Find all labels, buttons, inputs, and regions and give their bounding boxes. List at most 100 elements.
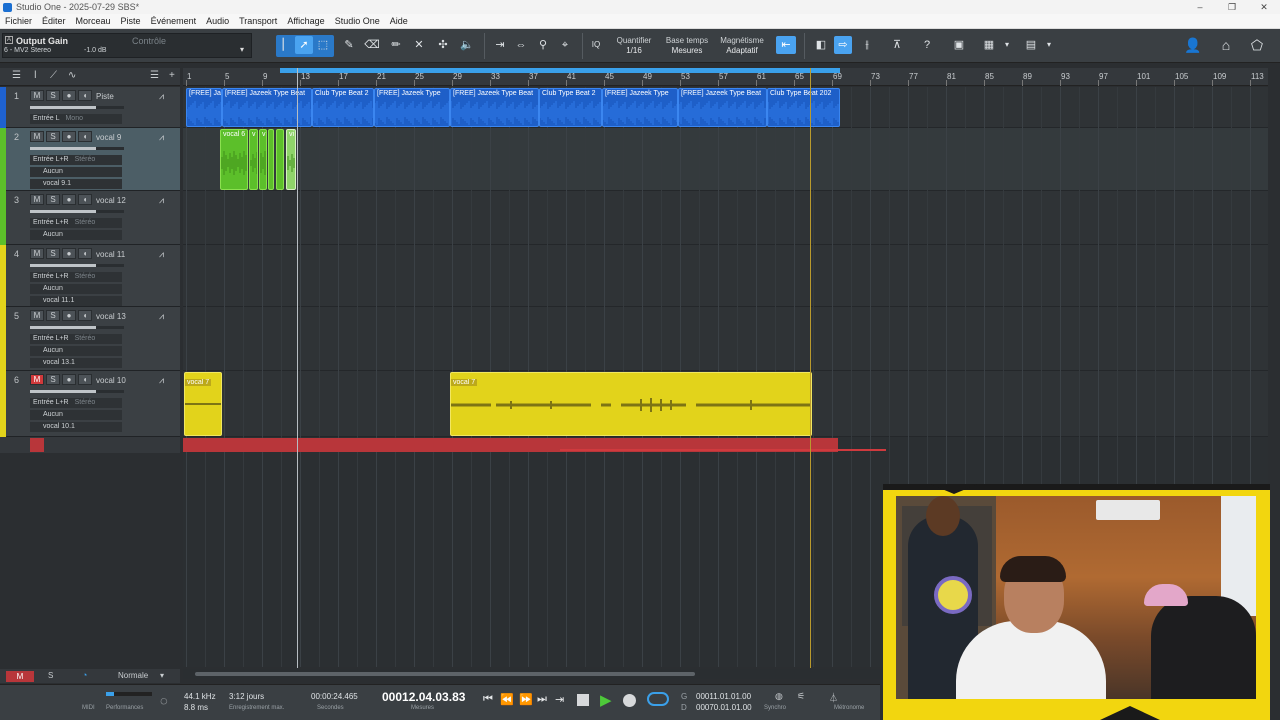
- play-icon[interactable]: ▶: [600, 691, 612, 709]
- volume-slider[interactable]: [30, 264, 124, 267]
- input-select[interactable]: Entrée L+R Stéréo: [30, 218, 122, 228]
- clip-beat[interactable]: [FREE] Jazeek Type Beat: [450, 88, 539, 127]
- clip-beat[interactable]: [FREE] Jazeek Type Beat: [678, 88, 767, 127]
- sync-icon[interactable]: ◍: [775, 691, 783, 702]
- tempo-icon[interactable]: ⚟: [797, 691, 805, 702]
- waveform-icon[interactable]: ⩘: [159, 195, 164, 206]
- track-menu-icon[interactable]: ☰: [150, 70, 159, 81]
- layer-select[interactable]: vocal 10.1: [30, 422, 122, 432]
- clip-beat[interactable]: Club Type Beat 2: [539, 88, 602, 127]
- chevron-down-icon[interactable]: ▾: [240, 45, 244, 54]
- output-select[interactable]: Aucun: [30, 346, 122, 356]
- monitor-icon[interactable]: ◖: [78, 90, 92, 101]
- track-color[interactable]: [0, 191, 6, 245]
- output-select[interactable]: Aucun: [30, 230, 122, 240]
- return-to-zero-icon[interactable]: ⏮: [483, 693, 493, 706]
- iq-button[interactable]: IQ: [587, 36, 605, 54]
- input-select[interactable]: Entrée L Mono: [30, 114, 122, 124]
- input-select[interactable]: Entrée L+R Stéréo: [30, 272, 122, 282]
- grid-icon[interactable]: ⌖: [556, 36, 574, 54]
- monitor-icon[interactable]: ◔: [82, 670, 87, 680]
- bars-label[interactable]: Mesures: [411, 705, 434, 711]
- range-tool-icon[interactable]: ⬚: [314, 36, 332, 54]
- listen-tool-icon[interactable]: 🔈: [458, 36, 476, 54]
- track-name[interactable]: vocal 10: [96, 376, 126, 385]
- waveform-icon[interactable]: ⩘: [159, 91, 164, 102]
- clip-beat[interactable]: [FREE] Jazeek Type Beat: [222, 88, 312, 127]
- chevron-down-icon[interactable]: ▾: [998, 36, 1016, 54]
- input-select[interactable]: Entrée L+R Stéréo: [30, 398, 122, 408]
- volume-slider[interactable]: [30, 326, 124, 329]
- rewind-icon[interactable]: ⏪: [500, 693, 514, 706]
- track-name[interactable]: vocal 9: [96, 133, 121, 142]
- automation-header[interactable]: [0, 437, 180, 453]
- mute-button[interactable]: M: [30, 310, 44, 321]
- track-color[interactable]: [0, 87, 6, 128]
- track-color[interactable]: [0, 307, 6, 371]
- volume-slider[interactable]: [30, 390, 124, 393]
- loop-icon[interactable]: [647, 692, 669, 706]
- menu-transport[interactable]: Transport: [234, 16, 282, 26]
- layout-icon[interactable]: ▤: [1022, 36, 1040, 54]
- tool-icon[interactable]: ⟋: [50, 70, 57, 81]
- track-color[interactable]: [0, 128, 6, 191]
- clip-beat[interactable]: [FREE] Jazeek Type: [374, 88, 450, 127]
- align-icon[interactable]: ⊼: [888, 36, 906, 54]
- loop-start[interactable]: 00011.01.01.00: [696, 692, 751, 701]
- metronome-icon[interactable]: ⏃: [829, 691, 838, 704]
- split-tool-icon[interactable]: ✎: [340, 36, 358, 54]
- forward-icon[interactable]: ⏩: [519, 693, 533, 706]
- menu-affichage[interactable]: Affichage: [282, 16, 329, 26]
- pencil-tool-icon[interactable]: ✏: [387, 36, 405, 54]
- menu-piste[interactable]: Piste: [116, 16, 146, 26]
- clip-beat[interactable]: Club Type Beat 202: [767, 88, 840, 127]
- mute-button[interactable]: M: [30, 248, 44, 259]
- record-arm-icon[interactable]: ●: [62, 310, 76, 321]
- monitor-icon[interactable]: ◖: [78, 374, 92, 385]
- clip-vocal[interactable]: vocal 6: [220, 129, 248, 190]
- clip-beat[interactable]: [FREE] Jazeek Type: [602, 88, 678, 127]
- menu-fichier[interactable]: Fichier: [0, 16, 37, 26]
- solo-button[interactable]: S: [46, 131, 60, 142]
- volume-slider[interactable]: [30, 106, 124, 109]
- next-marker-icon[interactable]: ⏭: [537, 693, 547, 706]
- menu-evenement[interactable]: Événement: [146, 16, 202, 26]
- close-button[interactable]: ✕: [1248, 2, 1280, 13]
- track-name[interactable]: vocal 13: [96, 312, 126, 321]
- track-lane-4[interactable]: [183, 245, 1268, 307]
- menu-editer[interactable]: Éditer: [37, 16, 71, 26]
- zoom-icon[interactable]: ⚲: [534, 36, 552, 54]
- slip-icon[interactable]: ⇥: [491, 36, 509, 54]
- track-color[interactable]: [0, 245, 6, 307]
- end-icon[interactable]: ⇥: [555, 693, 564, 706]
- autoscroll-icon[interactable]: ⇨: [834, 36, 852, 54]
- snap-toggle-icon[interactable]: ⇤: [776, 36, 796, 54]
- bend-tool-icon[interactable]: ✣: [434, 36, 452, 54]
- record-arm-indicator[interactable]: [30, 438, 44, 452]
- song-end-marker[interactable]: [810, 68, 811, 668]
- monitor-icon[interactable]: ◖: [78, 248, 92, 259]
- snap-select[interactable]: Adaptatif: [716, 46, 768, 55]
- record-arm-icon[interactable]: ●: [62, 374, 76, 385]
- monitor-icon[interactable]: ◖: [78, 310, 92, 321]
- volume-slider[interactable]: [30, 147, 124, 150]
- loop-range[interactable]: [280, 68, 840, 73]
- quantize-select[interactable]: 1/16: [610, 46, 658, 55]
- mute-button[interactable]: M: [30, 374, 44, 385]
- add-track-icon[interactable]: +: [169, 70, 175, 81]
- clip-vocal-7-a[interactable]: vocal 7: [184, 372, 222, 436]
- mute-button[interactable]: M: [30, 194, 44, 205]
- menu-audio[interactable]: Audio: [201, 16, 234, 26]
- footer-solo-button[interactable]: S: [48, 671, 53, 680]
- user-icon[interactable]: 👤: [1184, 36, 1202, 54]
- monitor-icon[interactable]: ◖: [78, 131, 92, 142]
- record-arm-icon[interactable]: ●: [62, 248, 76, 259]
- layer-select[interactable]: vocal 11.1: [30, 296, 122, 306]
- input-select[interactable]: Entrée L+R Stéréo: [30, 155, 122, 165]
- input-select[interactable]: Entrée L+R Stéréo: [30, 334, 122, 344]
- stretch-icon[interactable]: ⇔: [512, 36, 530, 54]
- clip-vocal[interactable]: vi: [286, 129, 296, 190]
- track-name[interactable]: Piste: [96, 92, 114, 101]
- track-lane-5[interactable]: [183, 307, 1268, 371]
- track-lane-2[interactable]: [183, 128, 1268, 191]
